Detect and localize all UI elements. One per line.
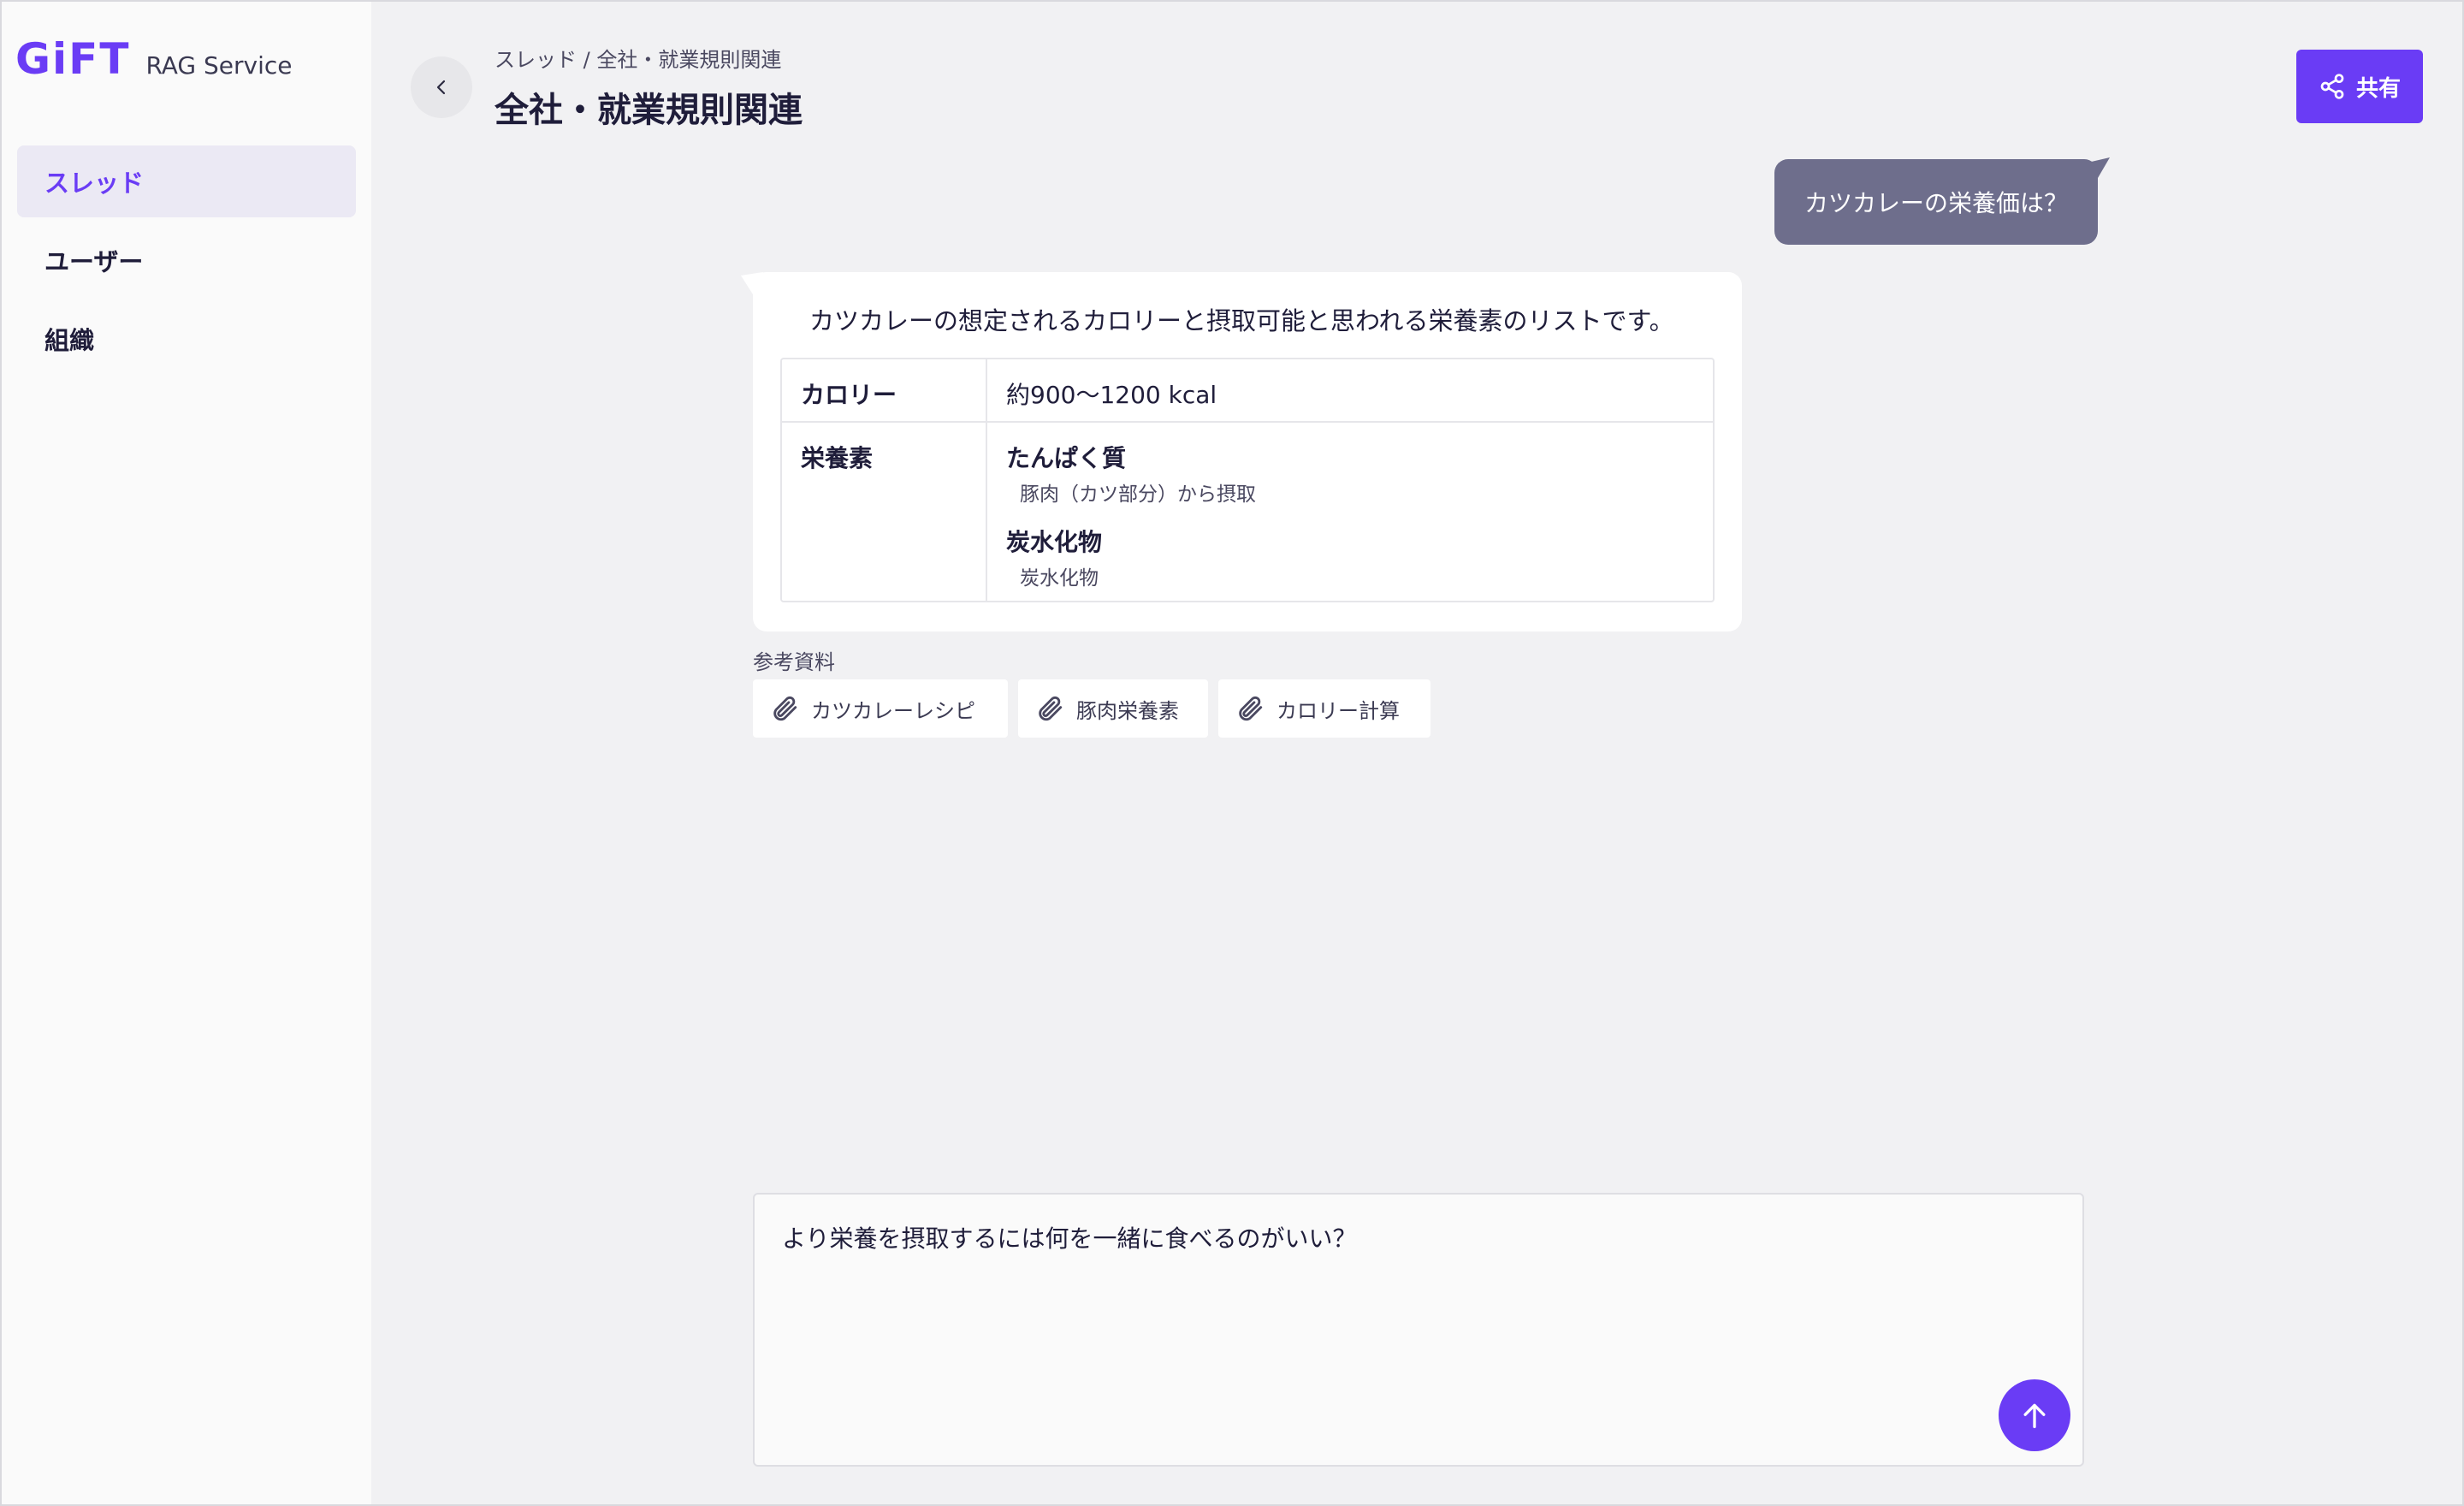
user-message-text: カツカレーの栄養価は？ [1804, 189, 2068, 217]
paperclip-icon [1039, 696, 1063, 721]
sidebar-nav: スレッド ユーザー 組織 [17, 145, 356, 382]
chevron-left-icon [436, 80, 446, 95]
user-message-bubble: カツカレーの栄養価は？ [1774, 159, 2098, 245]
nutrition-table: カロリー 約900〜1200 kcal 栄養素 たんぱく質 豚肉（カツ部分）から… [780, 358, 1715, 602]
message-input-text[interactable]: より栄養を摂取するには何を一緒に食べるのがいい？ [782, 1220, 1356, 1254]
share-icon [2320, 74, 2344, 99]
ai-message-intro: カツカレーの想定されるカロリーと摂取可能と思われる栄養素のリストです。 [809, 306, 1674, 335]
breadcrumb[interactable]: スレッド / 全社・就業規則関連 [495, 43, 781, 73]
nutrient-name: たんぱく質 [1006, 444, 1127, 472]
message-input[interactable]: より栄養を摂取するには何を一緒に食べるのがいい？ [753, 1193, 2084, 1467]
paperclip-icon [773, 696, 797, 721]
sidebar-item-label: スレッド [44, 169, 145, 198]
page-title: 全社・就業規則関連 [495, 91, 803, 130]
sidebar-item-users[interactable]: ユーザー [17, 224, 356, 296]
sidebar-item-label: 組織 [44, 326, 95, 355]
paperclip-icon [1239, 696, 1263, 721]
send-button[interactable] [1999, 1379, 2070, 1451]
arrow-up-icon [2023, 1403, 2046, 1428]
reference-chip[interactable]: カツカレーレシピ [753, 679, 1008, 738]
service-name: RAG Service [145, 51, 293, 80]
sidebar-item-organization[interactable]: 組織 [17, 303, 356, 375]
share-label: 共有 [2355, 75, 2401, 102]
reference-chip[interactable]: 豚肉栄養素 [1018, 679, 1208, 738]
nutrient-description: 豚肉（カツ部分）から摂取 [1020, 483, 1256, 506]
reference-label: カロリー計算 [1276, 698, 1400, 723]
ai-message-bubble: カツカレーの想定されるカロリーと摂取可能と思われる栄養素のリストです。 カロリー… [753, 272, 1742, 631]
brand[interactable]: GiFT RAG Service [15, 34, 293, 84]
nutrient-name: 炭水化物 [1006, 528, 1103, 556]
reference-label: カツカレーレシピ [811, 698, 975, 723]
nutrient-description: 炭水化物 [1020, 567, 1099, 590]
nutrients-label: 栄養素 [801, 444, 874, 472]
calorie-label: カロリー [801, 381, 897, 409]
calorie-value: 約900〜1200 kcal [1006, 381, 1217, 409]
app-window: GiFT RAG Service スレッド ユーザー 組織 スレッド / 全社・… [0, 0, 2464, 1506]
table-row: カロリー 約900〜1200 kcal [782, 359, 1713, 423]
back-button[interactable] [411, 56, 472, 118]
reference-chip[interactable]: カロリー計算 [1218, 679, 1430, 738]
reference-label: 豚肉栄養素 [1076, 698, 1179, 723]
share-button[interactable]: 共有 [2296, 50, 2423, 123]
sidebar-item-label: ユーザー [44, 247, 144, 276]
references-label: 参考資料 [753, 650, 835, 674]
sidebar: GiFT RAG Service スレッド ユーザー 組織 [2, 2, 371, 1504]
table-row: 栄養素 たんぱく質 豚肉（カツ部分）から摂取 炭水化物 炭水化物 [782, 423, 1713, 602]
sidebar-item-threads[interactable]: スレッド [17, 145, 356, 217]
brand-logo: GiFT [15, 34, 131, 84]
